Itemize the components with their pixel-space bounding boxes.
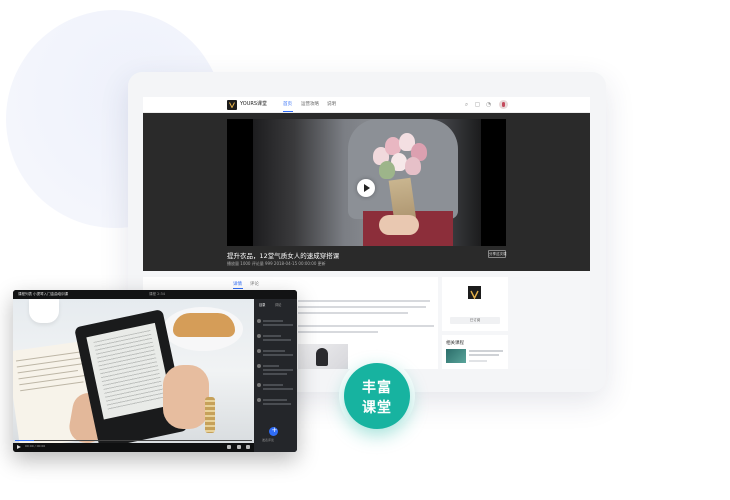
photo-croissant <box>173 313 235 337</box>
badge-line-2: 课堂 <box>362 400 392 416</box>
v-logo-icon <box>470 290 479 300</box>
tab-reader-comments[interactable]: 评论 <box>275 302 281 307</box>
add-comment-caption: 发表评论 <box>262 438 275 442</box>
message-icon[interactable]: ▢ <box>474 101 481 108</box>
user-avatar[interactable] <box>499 100 508 109</box>
text-line <box>263 324 293 326</box>
course-title: 提升衣品，12堂气质女人的速成穿搭课 <box>227 252 340 260</box>
top-navigation: YOURS课堂 首页 运营攻略 说明 ⌕ ▢ ◔ <box>143 97 590 113</box>
progress-fill <box>15 440 34 441</box>
v-logo-icon <box>229 102 235 108</box>
book-line <box>15 350 86 362</box>
tab-active-indicator <box>233 288 243 289</box>
text-line <box>263 384 283 386</box>
text-line <box>298 312 408 314</box>
photo-bracelet <box>205 397 215 433</box>
text-line <box>263 320 283 322</box>
text-line <box>263 350 285 352</box>
avatar <box>257 319 261 323</box>
text-line <box>469 354 499 356</box>
text-line <box>469 350 503 352</box>
course-meta: 播放量 1000 评论量 999 2018-04-15 00:00:00 更新 <box>227 261 326 266</box>
related-course-thumbnail[interactable] <box>446 349 466 363</box>
comment-item <box>257 398 293 412</box>
text-line <box>263 369 293 371</box>
text-line <box>263 399 287 401</box>
avatar <box>257 383 261 387</box>
bell-icon[interactable]: ◔ <box>485 101 492 108</box>
fullscreen-icon[interactable] <box>246 445 250 449</box>
text-line <box>298 306 426 308</box>
photo-hand-right <box>163 365 209 429</box>
brand-name: YOURS课堂 <box>240 101 268 107</box>
photo-cup <box>29 299 59 323</box>
add-comment-button[interactable] <box>269 426 278 436</box>
reader-info: 课程 2:34 <box>149 292 165 296</box>
stage: YOURS课堂 首页 运营攻略 说明 ⌕ ▢ ◔ 提升衣品，12堂气质女人的速成… <box>0 0 730 500</box>
reader-title: 课程列表 小提琴入门金曲培训课 <box>18 292 69 296</box>
article-image <box>298 344 348 369</box>
avatar <box>257 349 261 353</box>
text-line <box>263 403 291 405</box>
comment-item <box>257 349 293 363</box>
comment-item <box>257 383 293 397</box>
volume-icon[interactable] <box>227 445 231 449</box>
text-line <box>263 365 279 367</box>
flower <box>405 157 421 175</box>
share-button[interactable]: 分享这次课 <box>488 250 507 258</box>
comment-item <box>257 364 293 378</box>
nav-active-indicator <box>283 111 293 112</box>
related-courses-title: 相关课程 <box>446 341 464 346</box>
thumbnail-bouquet <box>371 133 431 189</box>
video-player[interactable] <box>227 119 506 246</box>
play-button-icon[interactable] <box>357 179 375 197</box>
playback-time: 00:00 / 00:00 <box>25 444 46 448</box>
tab-details[interactable]: 详情 <box>233 281 242 287</box>
leaf <box>379 161 395 179</box>
text-line <box>263 388 293 390</box>
feature-badge: 丰富 课堂 <box>344 363 410 429</box>
author-logo-icon <box>468 286 481 300</box>
nav-link-help[interactable]: 说明 <box>327 101 336 107</box>
thumbnail-hand <box>379 215 419 235</box>
badge-line-1: 丰富 <box>362 380 392 396</box>
tab-comments[interactable]: 评论 <box>250 281 259 287</box>
avatar <box>257 334 261 338</box>
text-line <box>263 354 293 356</box>
comment-item <box>257 334 293 348</box>
nav-link-guide[interactable]: 运营攻略 <box>301 101 319 107</box>
settings-icon[interactable] <box>237 445 241 449</box>
player-controls <box>13 443 254 452</box>
avatar <box>257 364 261 368</box>
avatar <box>257 398 261 402</box>
play-icon[interactable] <box>17 445 21 449</box>
ereader-screen <box>86 322 173 420</box>
text-line <box>263 335 281 337</box>
text-line <box>263 373 287 375</box>
subscribe-button[interactable]: 已订阅 <box>450 317 500 324</box>
progress-track[interactable] <box>15 440 252 441</box>
text-line <box>298 300 430 302</box>
text-line <box>469 360 487 362</box>
reader-video-frame[interactable] <box>13 299 254 443</box>
text-line <box>298 325 434 327</box>
text-line <box>298 331 378 333</box>
tab-catalog[interactable]: 目录 <box>259 302 265 307</box>
video-reader-window: 课程列表 小提琴入门金曲培训课 课程 2:34 00:00 / 00:00 目录… <box>13 290 297 452</box>
comment-item <box>257 319 293 333</box>
text-line <box>263 339 291 341</box>
nav-link-home[interactable]: 首页 <box>283 101 292 107</box>
search-icon[interactable]: ⌕ <box>463 101 470 108</box>
